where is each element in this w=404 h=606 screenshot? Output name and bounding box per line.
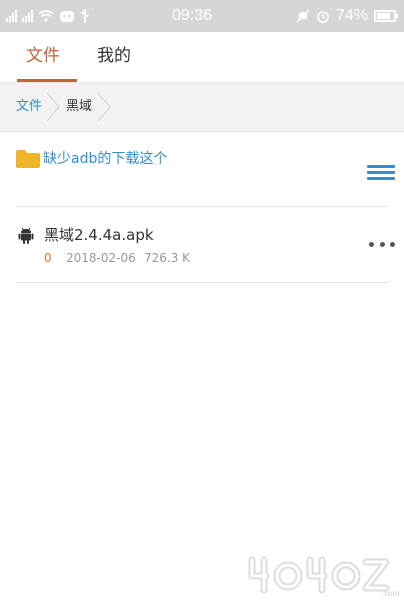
mute-icon: [296, 9, 310, 23]
usb-icon: [81, 9, 89, 23]
file-size: 726.3 K: [144, 251, 191, 265]
chevron-right-icon: [46, 93, 60, 121]
divider: [16, 206, 388, 207]
svg-text:.com: .com: [382, 589, 400, 598]
status-left-icons: [6, 6, 90, 26]
battery-icon: [374, 10, 398, 22]
file-list-item[interactable]: 黑域2.4.4a.apk 0 2018-02-06 726.3 K: [0, 216, 404, 276]
folder-header: 缺少adb的下载这个: [0, 133, 404, 206]
file-count: 0: [44, 251, 52, 265]
tab-mine[interactable]: 我的: [97, 44, 131, 68]
tab-files[interactable]: 文件: [26, 44, 60, 68]
alarm-icon: [317, 11, 329, 23]
breadcrumb-files[interactable]: 文件: [16, 98, 42, 116]
file-name: 黑域2.4.4a.apk: [44, 226, 154, 244]
divider-2: [16, 282, 388, 283]
menu-icon[interactable]: [367, 165, 395, 181]
status-bar: 09:36 74%: [0, 0, 404, 32]
breadcrumb: 文件 黑域: [0, 82, 404, 132]
tab-bar: 文件 我的: [0, 32, 404, 82]
folder-title[interactable]: 缺少adb的下载这个: [43, 149, 167, 169]
watermark-logo: .com: [248, 556, 400, 598]
more-options-icon[interactable]: [369, 242, 395, 250]
file-meta: 0 2018-02-06 726.3 K: [44, 249, 190, 267]
wifi-icon: [38, 10, 54, 22]
android-icon: [18, 227, 34, 244]
breadcrumb-heiyu[interactable]: 黑域: [66, 98, 92, 116]
notification-icon: [60, 11, 74, 22]
folder-icon: [16, 150, 40, 168]
signal-icon-2: [22, 10, 33, 22]
file-date: 2018-02-06: [66, 251, 136, 265]
status-right-icons: 74%: [296, 6, 398, 26]
battery-percent: 74%: [335, 7, 368, 24]
status-time: 09:36: [172, 7, 213, 24]
signal-icon: [6, 10, 17, 22]
chevron-right-icon-2: [97, 93, 111, 121]
